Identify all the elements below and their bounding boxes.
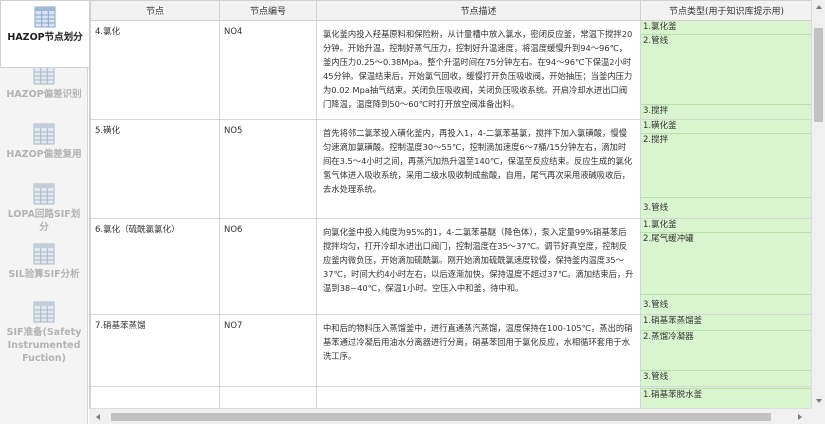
table-row[interactable]: 7.硝基苯蒸馏 NO7 中和后的物料压入蒸馏釜中，进行直通蒸汽蒸馏，温度保持在1… <box>90 314 811 387</box>
node-type-cell[interactable]: 1.硝基苯脱水釜 <box>640 386 811 408</box>
sidebar-item-label: LOPA回路SIF划分 <box>7 209 81 233</box>
node-type-item[interactable]: 1.氯化釜 <box>641 21 811 35</box>
node-code-cell[interactable] <box>219 386 317 408</box>
node-type-item[interactable]: 1.氯化釜 <box>641 219 811 233</box>
node-type-cell[interactable]: 1.硝基苯蒸馏釜 2.蒸馏冷凝器 3.管线 <box>640 314 811 387</box>
node-type-item[interactable]: 1.硝基苯蒸馏釜 <box>641 315 811 331</box>
table-row[interactable]: 4.氯化 NO4 氯化釜内投入羟基原料和保险粉，从计量槽中放入氯水，密闭反应釜，… <box>90 20 811 120</box>
node-desc-cell[interactable]: 首先将邻二氯苯投入磺化釜内，再投入1，4-二氯苯基氯，搅拌下加入氯磺酸，慢慢匀速… <box>316 119 641 219</box>
horizontal-scroll-thumb[interactable] <box>111 413 771 421</box>
table-header-row: 节点 节点编号 节点描述 节点类型(用于知识库提示用) <box>90 0 811 21</box>
sidebar: HAZOP节点划分 HAZOP偏差识别 HAZOP偏差复用 LOPA回路SIF划… <box>0 0 89 424</box>
sidebar-item-label: HAZOP节点划分 <box>7 32 83 43</box>
scrollbar-corner <box>811 408 825 424</box>
table-grid-icon <box>33 243 55 265</box>
node-type-cell[interactable]: 1.氯化釜 2.尾气缓冲罐 3.管线 <box>640 218 811 315</box>
sidebar-item-label: SIL验算SIF分析 <box>8 269 80 280</box>
sidebar-item-label: HAZOP偏差复用 <box>6 149 82 160</box>
node-name-cell[interactable] <box>90 386 220 408</box>
sidebar-item-label: HAZOP偏差识别 <box>6 89 82 100</box>
node-code-cell[interactable]: NO4 <box>219 20 317 120</box>
sidebar-item-label: SIF准备(Safety Instrumented Fuction) <box>6 327 82 364</box>
node-code-cell[interactable]: NO5 <box>219 119 317 219</box>
scroll-left-arrow-icon[interactable] <box>91 410 105 424</box>
table-grid-icon <box>34 6 56 28</box>
node-name-cell[interactable]: 7.硝基苯蒸馏 <box>90 314 220 387</box>
table-grid-icon <box>33 301 55 323</box>
node-table-panel: 节点 节点编号 节点描述 节点类型(用于知识库提示用) 4.氯化 NO4 氯化釜… <box>89 0 825 424</box>
node-type-item[interactable]: 3.搅拌 <box>641 105 811 119</box>
node-desc-cell[interactable]: 向氯化釜中投入纯度为95%的1，4-二氯苯基醚（降色体），泵入定量99%硝基苯后… <box>316 218 641 315</box>
table-grid-icon <box>33 183 55 205</box>
scroll-up-arrow-icon[interactable] <box>812 0 825 14</box>
node-type-item[interactable]: 3.管线 <box>641 198 811 218</box>
node-desc-cell[interactable] <box>316 386 641 408</box>
node-type-item[interactable]: 3.管线 <box>641 371 811 386</box>
node-desc-cell[interactable]: 氯化釜内投入羟基原料和保险粉，从计量槽中放入氯水，密闭反应釜，常温下搅拌20分钟… <box>316 20 641 120</box>
node-type-cell[interactable]: 1.磺化釜 2.搅拌 3.管线 <box>640 119 811 219</box>
vertical-scroll-thumb[interactable] <box>814 28 823 122</box>
node-code-cell[interactable]: NO7 <box>219 314 317 387</box>
sidebar-item-hazop-deviation-identify[interactable]: HAZOP偏差识别 <box>0 63 88 119</box>
table-row[interactable]: 1.硝基苯脱水釜 <box>90 386 811 408</box>
vertical-scrollbar[interactable] <box>811 0 825 408</box>
node-desc-cell[interactable]: 中和后的物料压入蒸馏釜中，进行直通蒸汽蒸馏，温度保持在100-105℃，蒸出的硝… <box>316 314 641 387</box>
node-code-cell[interactable]: NO6 <box>219 218 317 315</box>
sidebar-item-sif-preparation[interactable]: SIF准备(Safety Instrumented Fuction) <box>0 301 88 371</box>
sidebar-item-lopa-sif-division[interactable]: LOPA回路SIF划分 <box>0 183 88 239</box>
node-name-cell[interactable]: 6.氯化（硫酰氯氯化） <box>90 218 220 315</box>
column-header-node-code[interactable]: 节点编号 <box>219 0 317 21</box>
node-type-cell[interactable]: 1.氯化釜 2.管线 3.搅拌 <box>640 20 811 120</box>
table-row[interactable]: 6.氯化（硫酰氯氯化） NO6 向氯化釜中投入纯度为95%的1，4-二氯苯基醚（… <box>90 218 811 315</box>
node-table-viewport: 节点 节点编号 节点描述 节点类型(用于知识库提示用) 4.氯化 NO4 氯化釜… <box>89 0 811 408</box>
node-type-item[interactable]: 2.管线 <box>641 35 811 105</box>
node-name-cell[interactable]: 5.磺化 <box>90 119 220 219</box>
node-type-item[interactable]: 2.尾气缓冲罐 <box>641 233 811 295</box>
app-window: HAZOP节点划分 HAZOP偏差识别 HAZOP偏差复用 LOPA回路SIF划… <box>0 0 825 424</box>
table-row[interactable]: 5.磺化 NO5 首先将邻二氯苯投入磺化釜内，再投入1，4-二氯苯基氯，搅拌下加… <box>90 119 811 219</box>
node-type-item[interactable]: 1.磺化釜 <box>641 120 811 134</box>
scroll-right-arrow-icon[interactable] <box>793 410 807 424</box>
node-name-cell[interactable]: 4.氯化 <box>90 20 220 120</box>
node-type-item[interactable]: 2.搅拌 <box>641 134 811 198</box>
sidebar-item-hazop-node-division[interactable]: HAZOP节点划分 <box>0 0 89 68</box>
node-table: 节点 节点编号 节点描述 节点类型(用于知识库提示用) 4.氯化 NO4 氯化釜… <box>90 0 811 408</box>
sidebar-item-hazop-deviation-reuse[interactable]: HAZOP偏差复用 <box>0 123 88 179</box>
sidebar-item-sil-sif-analysis[interactable]: SIL验算SIF分析 <box>0 243 88 299</box>
node-type-item[interactable]: 2.蒸馏冷凝器 <box>641 331 811 371</box>
column-header-node[interactable]: 节点 <box>90 0 220 21</box>
scroll-down-arrow-icon[interactable] <box>812 394 825 408</box>
column-header-node-desc[interactable]: 节点描述 <box>316 0 641 21</box>
node-type-item[interactable]: 1.硝基苯脱水釜 <box>641 389 811 403</box>
table-grid-icon <box>33 123 55 145</box>
column-header-node-type[interactable]: 节点类型(用于知识库提示用) <box>640 0 811 21</box>
node-type-item[interactable]: 3.管线 <box>641 295 811 314</box>
horizontal-scrollbar[interactable] <box>89 408 811 424</box>
